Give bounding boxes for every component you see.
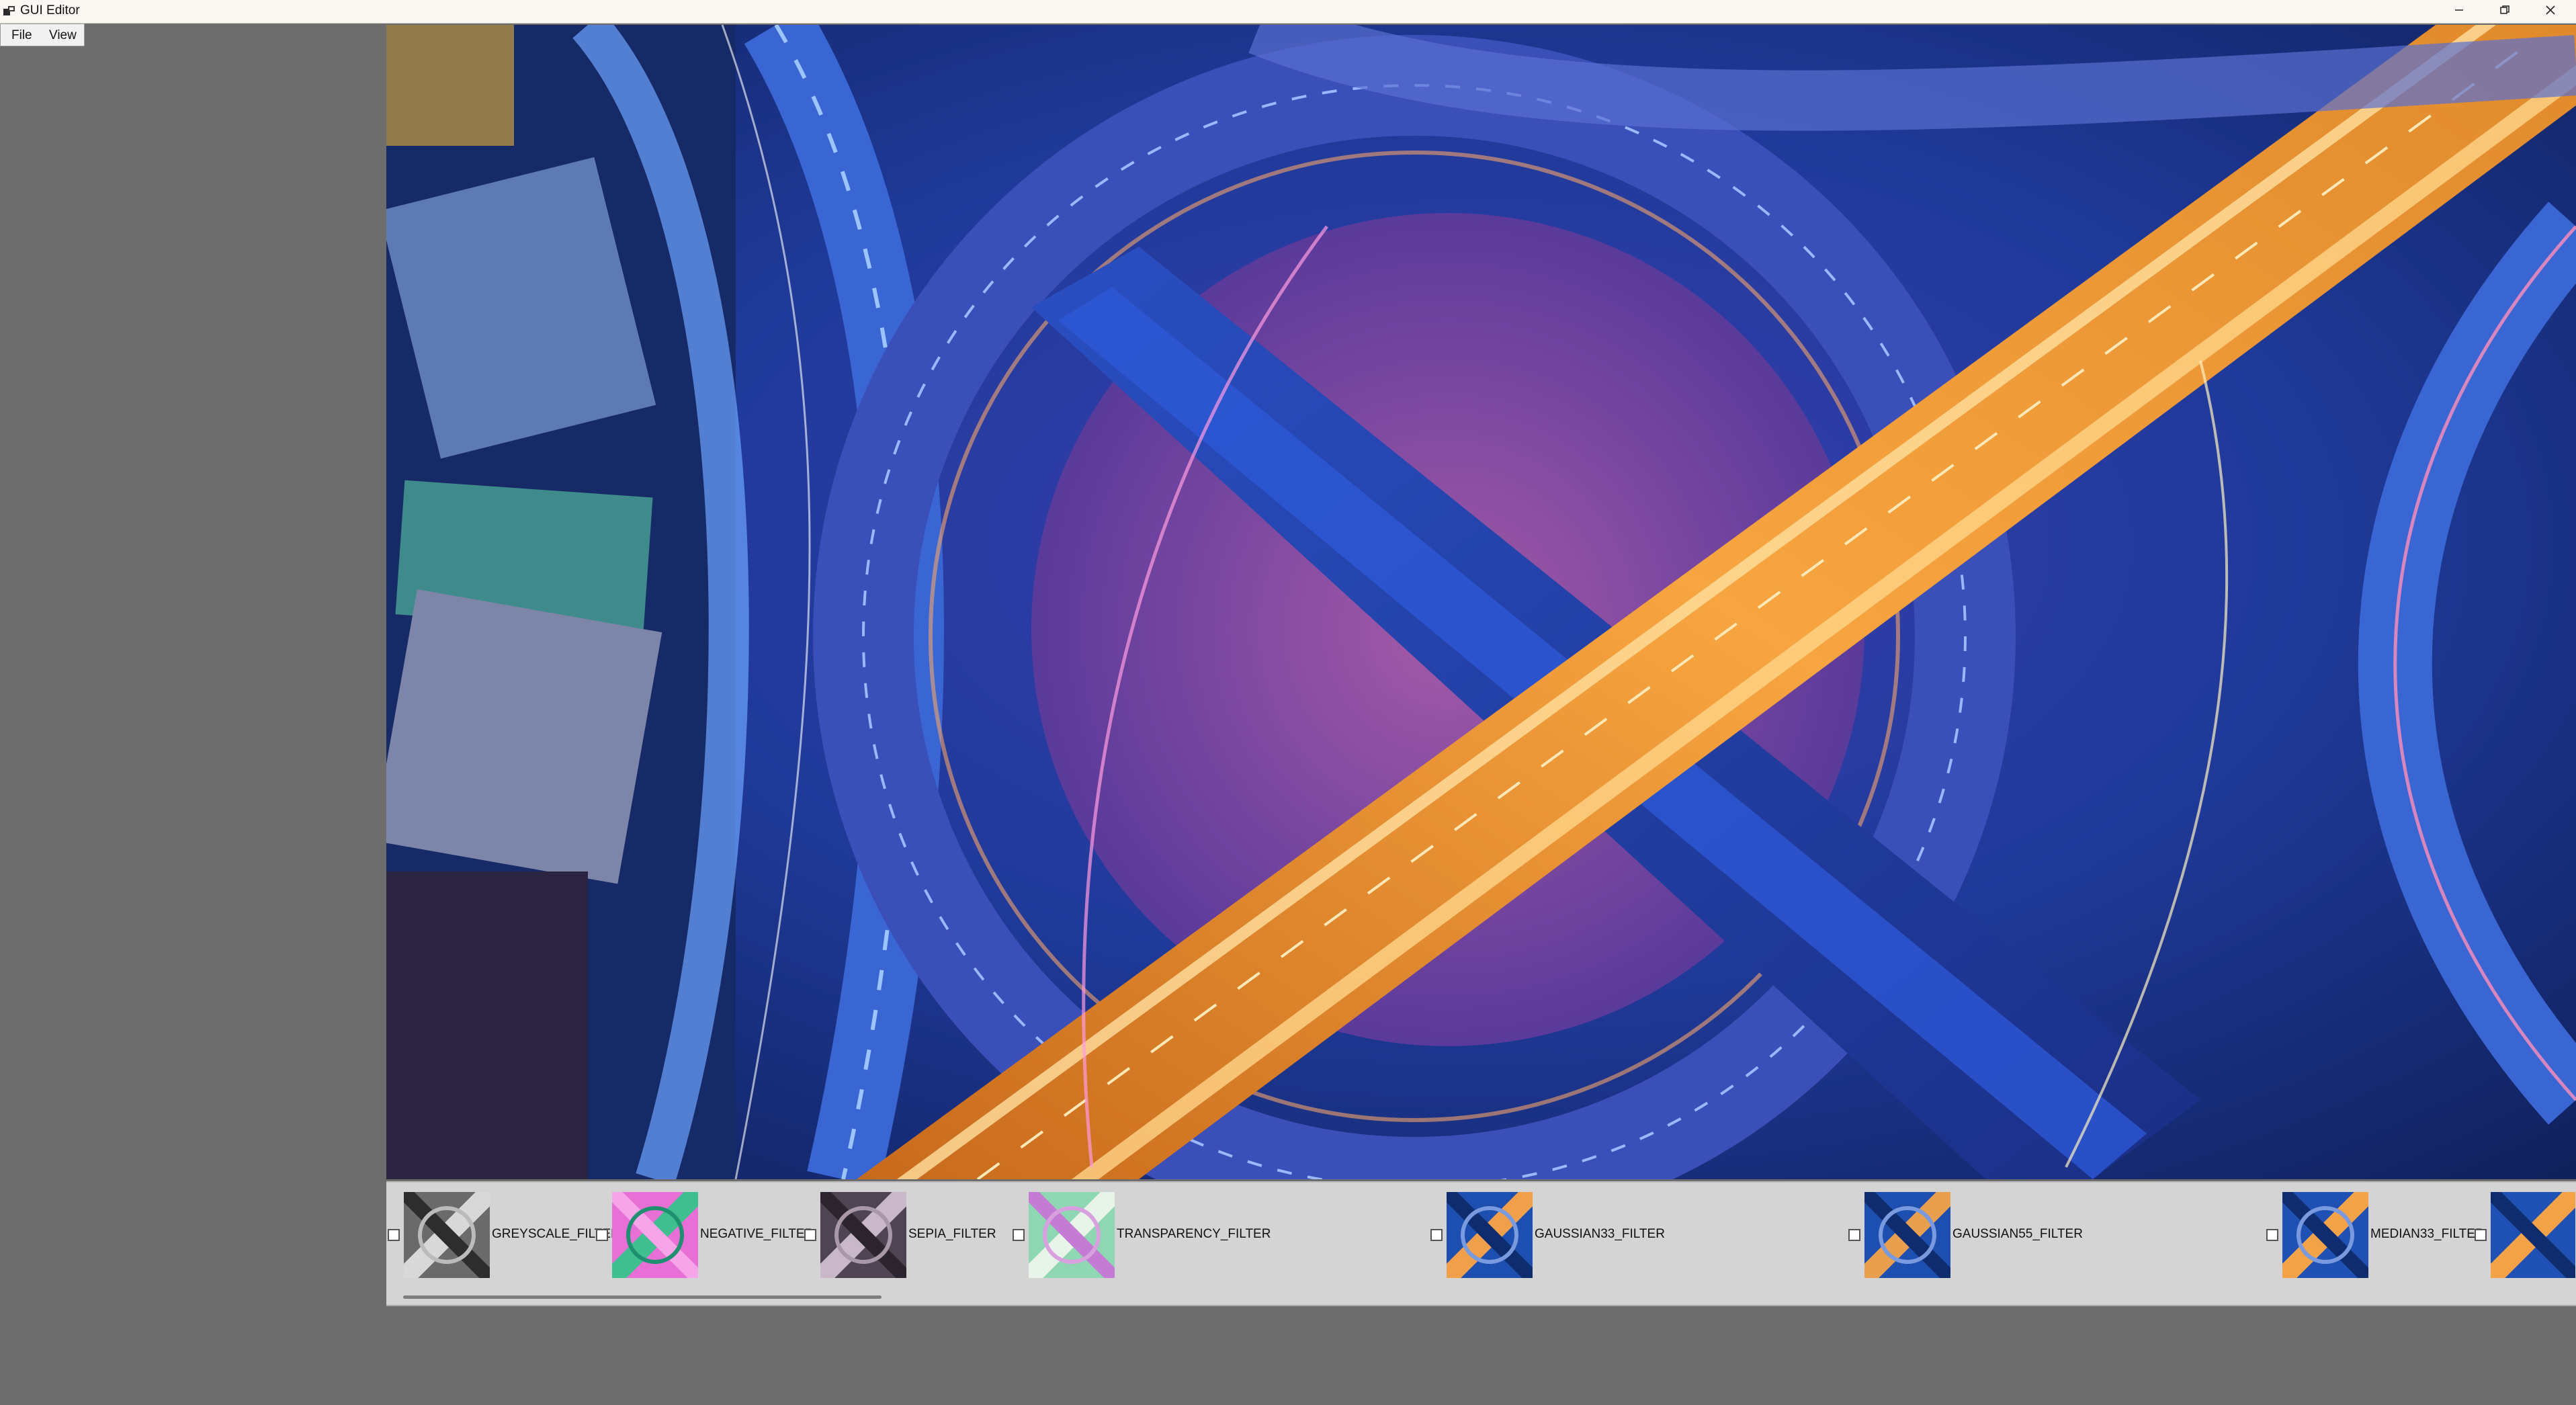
filter-label: GAUSSIAN55_FILTER [1952, 1227, 2083, 1241]
filter-thumbnail[interactable] [2282, 1192, 2368, 1278]
title-bar: GUI Editor [0, 0, 2576, 24]
filter-label: SEPIA_FILTER [908, 1227, 996, 1241]
menu-view[interactable]: View [49, 28, 77, 43]
filter-checkbox[interactable] [388, 1229, 400, 1241]
filter-checkbox[interactable] [1430, 1229, 1443, 1241]
filter-checkbox[interactable] [2266, 1229, 2278, 1241]
filter-thumbnail[interactable] [820, 1192, 906, 1278]
filter-thumbnail[interactable] [1447, 1192, 1533, 1278]
menu-bar: File View [0, 24, 85, 46]
filter-label: NEGATIVE_FILTER [700, 1227, 814, 1241]
filter-label: GAUSSIAN33_FILTER [1535, 1227, 1665, 1241]
filter-label: MEDIAN33_FILTER [2370, 1227, 2485, 1241]
filter-strip: GREYSCALE_FILTER NEGATIVE_FILTER SEPIA_F… [386, 1181, 2576, 1306]
window-title: GUI Editor [20, 3, 80, 17]
filter-checkbox[interactable] [804, 1229, 816, 1241]
filter-checkbox[interactable] [1013, 1229, 1025, 1241]
filter-checkbox[interactable] [2475, 1229, 2487, 1241]
filter-thumbnail[interactable] [1029, 1192, 1115, 1278]
main-image-canvas [386, 25, 2576, 1179]
restore-icon [2499, 5, 2510, 19]
filter-thumbnail[interactable] [404, 1192, 490, 1278]
app-icon [3, 5, 16, 17]
horizontal-scrollbar[interactable] [403, 1295, 882, 1299]
filter-checkbox[interactable] [596, 1229, 608, 1241]
highway-interchange-image [386, 25, 2576, 1179]
filter-thumbnail[interactable] [2491, 1192, 2575, 1278]
minimize-button[interactable] [2436, 0, 2482, 23]
close-icon [2545, 5, 2556, 19]
filter-thumbnail[interactable] [612, 1192, 698, 1278]
restore-button[interactable] [2482, 0, 2528, 23]
close-button[interactable] [2528, 0, 2573, 23]
filter-label: TRANSPARENCY_FILTER [1117, 1227, 1271, 1241]
filter-thumbnail[interactable] [1864, 1192, 1950, 1278]
menu-file[interactable]: File [11, 28, 32, 43]
minimize-icon [2454, 5, 2464, 19]
filter-checkbox[interactable] [1848, 1229, 1860, 1241]
